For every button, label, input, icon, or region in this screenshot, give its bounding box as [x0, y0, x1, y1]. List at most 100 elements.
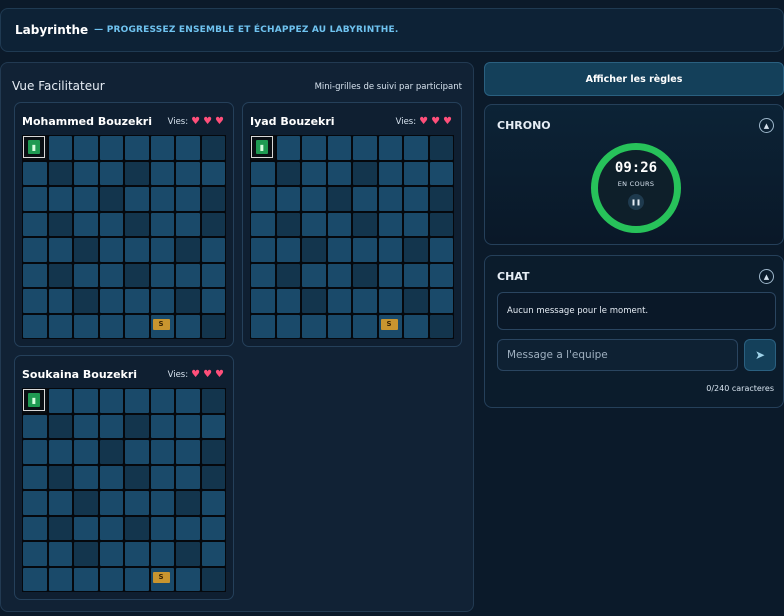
maze-cell — [302, 161, 326, 185]
maze-cell — [404, 136, 428, 160]
mini-maze-grid: ▮ S — [22, 135, 226, 339]
door-icon: ▮ — [23, 136, 45, 158]
maze-cell — [201, 263, 225, 287]
maze-cell — [176, 567, 200, 591]
maze-cell — [429, 289, 453, 313]
maze-cell — [23, 414, 47, 438]
lives-indicator: Vies: ♥ ♥ ♥ — [168, 369, 224, 380]
maze-cell — [176, 161, 200, 185]
maze-cell — [48, 136, 72, 160]
maze-cell — [327, 314, 351, 338]
maze-cell — [74, 491, 98, 515]
pause-icon[interactable]: ❚❚ — [628, 194, 644, 210]
maze-cell — [74, 263, 98, 287]
maze-cell — [201, 314, 225, 338]
maze-cell — [99, 187, 123, 211]
maze-cell — [276, 187, 300, 211]
maze-cell — [23, 516, 47, 540]
heart-icon: ♥ — [191, 116, 201, 127]
participant-name: Iyad Bouzekri — [250, 115, 335, 128]
heart-icon: ♥ — [215, 116, 224, 127]
chevron-up-icon[interactable]: ▲ — [759, 269, 774, 284]
char-counter: 0/240 caracteres — [706, 384, 774, 393]
heart-icon: ♥ — [431, 116, 441, 127]
maze-cell — [48, 516, 72, 540]
door-icon: ▮ — [28, 393, 40, 407]
chrono-panel: CHRONO ▲ 09:26 EN COURS ❚❚ — [484, 104, 784, 245]
timer-status: EN COURS — [617, 180, 655, 188]
maze-cell — [251, 289, 275, 313]
maze-cell — [150, 491, 174, 515]
maze-cell — [276, 263, 300, 287]
maze-cell — [404, 289, 428, 313]
maze-cell — [125, 440, 149, 464]
app-tagline: — PROGRESSEZ ENSEMBLE ET ÉCHAPPEZ AU LAB… — [94, 25, 399, 35]
chat-messages: Aucun message pour le moment. — [497, 292, 776, 330]
maze-cell — [404, 161, 428, 185]
chat-panel: CHAT ▲ Aucun message pour le moment. ➤ 0… — [484, 255, 784, 408]
maze-cell — [48, 465, 72, 489]
lives-indicator: Vies: ♥ ♥ ♥ — [396, 116, 452, 127]
maze-cell — [74, 136, 98, 160]
maze-cell — [251, 263, 275, 287]
maze-cell — [125, 263, 149, 287]
maze-cell — [150, 465, 174, 489]
maze-cell — [302, 289, 326, 313]
maze-cell — [327, 263, 351, 287]
lives-indicator: Vies: ♥ ♥ ♥ — [168, 116, 224, 127]
maze-cell — [429, 187, 453, 211]
maze-cell — [125, 465, 149, 489]
maze-cell — [150, 440, 174, 464]
maze-cell — [99, 542, 123, 566]
maze-cell — [276, 136, 300, 160]
maze-cell — [125, 491, 149, 515]
maze-cell — [125, 238, 149, 262]
maze-cell — [429, 314, 453, 338]
lives-label: Vies: — [395, 116, 417, 127]
chevron-up-icon[interactable]: ▲ — [759, 118, 774, 133]
maze-cell — [48, 263, 72, 287]
maze-cell — [23, 212, 47, 236]
maze-cell — [125, 414, 149, 438]
maze-cell — [276, 212, 300, 236]
maze-cell — [201, 414, 225, 438]
maze-cell — [74, 187, 98, 211]
show-rules-button[interactable]: Afficher les règles — [484, 62, 784, 96]
maze-cell — [404, 263, 428, 287]
maze-cell — [150, 238, 174, 262]
maze-cell — [99, 414, 123, 438]
maze-cell — [353, 161, 377, 185]
maze-cell — [23, 289, 47, 313]
maze-cell — [251, 212, 275, 236]
maze-cell — [429, 136, 453, 160]
maze-cell — [150, 516, 174, 540]
maze-cell — [429, 263, 453, 287]
maze-cell — [23, 187, 47, 211]
maze-cell — [378, 238, 402, 262]
chat-message-input[interactable] — [497, 339, 738, 371]
maze-cell — [378, 187, 402, 211]
maze-cell — [48, 542, 72, 566]
maze-cell — [48, 389, 72, 413]
maze-cell — [176, 389, 200, 413]
maze-cell — [99, 440, 123, 464]
maze-cell — [378, 136, 402, 160]
maze-cell — [23, 263, 47, 287]
maze-cell — [176, 440, 200, 464]
maze-cell — [125, 187, 149, 211]
maze-cell — [327, 136, 351, 160]
heart-icon: ♥ — [443, 116, 452, 127]
maze-cell — [74, 465, 98, 489]
maze-cell — [276, 238, 300, 262]
maze-cell — [176, 542, 200, 566]
maze-cell — [201, 491, 225, 515]
maze-cell — [23, 161, 47, 185]
maze-cell — [125, 567, 149, 591]
maze-cell — [404, 314, 428, 338]
send-icon[interactable]: ➤ — [744, 339, 776, 371]
heart-icon: ♥ — [215, 369, 224, 380]
maze-cell — [176, 314, 200, 338]
maze-cell — [48, 187, 72, 211]
maze-cell — [150, 542, 174, 566]
maze-cell — [429, 238, 453, 262]
